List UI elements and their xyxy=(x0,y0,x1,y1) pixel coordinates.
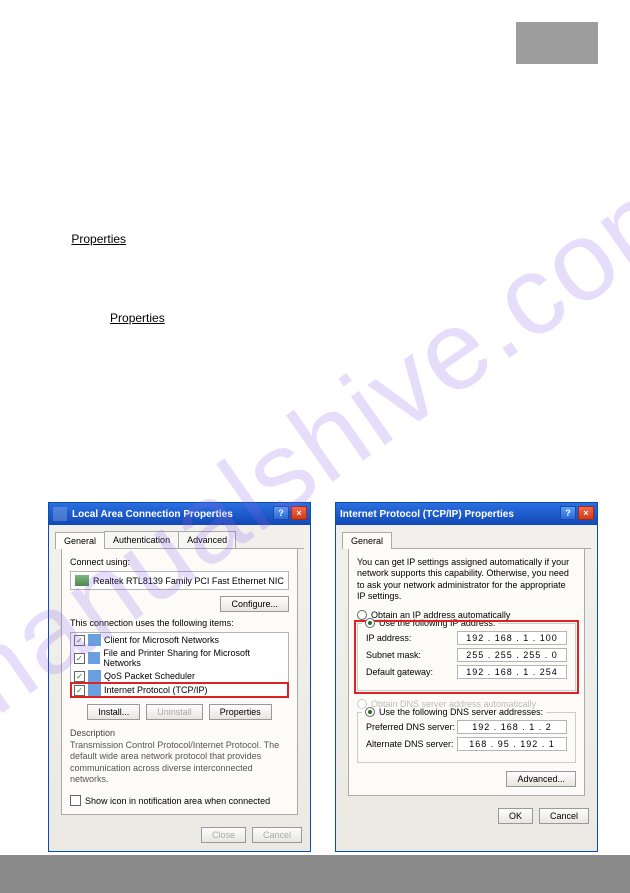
tab-strip: General xyxy=(342,531,591,549)
properties-link-2[interactable]: Properties xyxy=(110,311,165,325)
cancel-dialog-button[interactable]: Cancel xyxy=(252,827,302,843)
tab-authentication[interactable]: Authentication xyxy=(104,531,179,548)
advanced-button[interactable]: Advanced... xyxy=(506,771,576,787)
ip-address-field[interactable]: 192 . 168 . 1 . 100 xyxy=(457,631,567,645)
titlebar[interactable]: Local Area Connection Properties ? × xyxy=(49,503,310,525)
properties-link-1[interactable]: Properties xyxy=(71,232,126,246)
pref-dns-field[interactable]: 192 . 168 . 1 . 2 xyxy=(457,720,567,734)
lan-properties-dialog: Local Area Connection Properties ? × Gen… xyxy=(48,502,311,852)
intro-text: You can get IP settings assigned automat… xyxy=(357,557,576,602)
instr-text: button. xyxy=(129,232,166,246)
connect-using-label: Connect using: xyxy=(70,557,289,567)
component-icon xyxy=(88,670,101,682)
description-label: Description xyxy=(70,728,289,738)
tab-general[interactable]: General xyxy=(342,532,392,549)
alt-dns-field[interactable]: 168 . 95 . 192 . 1 xyxy=(457,737,567,751)
show-icon-checkbox[interactable]: ✓ xyxy=(70,795,81,806)
alt-dns-label: Alternate DNS server: xyxy=(366,739,454,749)
tab-general[interactable]: General xyxy=(55,532,105,549)
checkbox-icon[interactable]: ✓ xyxy=(74,635,85,646)
instr-text: Click xyxy=(42,232,71,246)
nic-name: Realtek RTL8139 Family PCI Fast Ethernet… xyxy=(93,576,284,586)
list-item-label: File and Printer Sharing for Microsoft N… xyxy=(103,648,285,668)
component-icon xyxy=(88,634,101,646)
help-button[interactable]: ? xyxy=(560,506,576,520)
pref-dns-label: Preferred DNS server: xyxy=(366,722,455,732)
gateway-label: Default gateway: xyxy=(366,667,433,677)
window-icon xyxy=(53,507,67,521)
list-item-tcpip[interactable]: ✓ Internet Protocol (TCP/IP) xyxy=(71,683,288,697)
gateway-field[interactable]: 192 . 168 . 1 . 254 xyxy=(457,665,567,679)
items-label: This connection uses the following items… xyxy=(70,618,289,628)
page-badge xyxy=(516,22,598,64)
tab-advanced[interactable]: Advanced xyxy=(178,531,236,548)
tcpip-properties-dialog: Internet Protocol (TCP/IP) Properties ? … xyxy=(335,502,598,852)
instr-text: Double click xyxy=(42,311,110,325)
list-item-label: Client for Microsoft Networks xyxy=(104,635,219,645)
dns-fieldset: Use the following DNS server addresses: … xyxy=(357,712,576,763)
radio-manual-ip[interactable] xyxy=(365,618,375,628)
subnet-label: Subnet mask: xyxy=(366,650,421,660)
list-item-label: QoS Packet Scheduler xyxy=(104,671,195,681)
instruction-block: Click Properties button. Double click Pr… xyxy=(42,140,582,328)
subnet-field[interactable]: 255 . 255 . 255 . 0 xyxy=(457,648,567,662)
ip-fieldset: Use the following IP address: IP address… xyxy=(357,623,576,691)
components-list[interactable]: ✓ Client for Microsoft Networks ✓ File a… xyxy=(70,632,289,698)
nic-field: Realtek RTL8139 Family PCI Fast Ethernet… xyxy=(70,571,289,590)
close-button[interactable]: × xyxy=(578,506,594,520)
list-item[interactable]: ✓ File and Printer Sharing for Microsoft… xyxy=(71,647,288,669)
uninstall-button[interactable]: Uninstall xyxy=(146,704,203,720)
component-icon xyxy=(88,652,101,664)
show-icon-label: Show icon in notification area when conn… xyxy=(85,796,270,806)
titlebar[interactable]: Internet Protocol (TCP/IP) Properties ? … xyxy=(336,503,597,525)
radio-manual-dns[interactable] xyxy=(365,707,375,717)
list-item-label: Internet Protocol (TCP/IP) xyxy=(104,685,208,695)
properties-button[interactable]: Properties xyxy=(209,704,272,720)
window-title: Local Area Connection Properties xyxy=(72,509,233,520)
install-button[interactable]: Install... xyxy=(87,704,140,720)
nic-icon xyxy=(75,575,89,586)
radio-manual-ip-label: Use the following IP address: xyxy=(379,618,495,628)
window-title: Internet Protocol (TCP/IP) Properties xyxy=(340,509,514,520)
page-footer xyxy=(0,855,630,893)
configure-button[interactable]: Configure... xyxy=(220,596,289,612)
description-text: Transmission Control Protocol/Internet P… xyxy=(70,740,289,785)
checkbox-icon[interactable]: ✓ xyxy=(74,653,85,664)
help-button[interactable]: ? xyxy=(273,506,289,520)
ok-button[interactable]: OK xyxy=(498,808,533,824)
list-item[interactable]: ✓ Client for Microsoft Networks xyxy=(71,633,288,647)
close-dialog-button[interactable]: Close xyxy=(201,827,246,843)
checkbox-icon[interactable]: ✓ xyxy=(74,671,85,682)
list-item[interactable]: ✓ QoS Packet Scheduler xyxy=(71,669,288,683)
instr-text: button. xyxy=(168,311,205,325)
tab-strip: General Authentication Advanced xyxy=(55,531,304,549)
ip-address-label: IP address: xyxy=(366,633,411,643)
cancel-button[interactable]: Cancel xyxy=(539,808,589,824)
close-button[interactable]: × xyxy=(291,506,307,520)
checkbox-icon[interactable]: ✓ xyxy=(74,685,85,696)
component-icon xyxy=(88,684,101,696)
radio-manual-dns-label: Use the following DNS server addresses: xyxy=(379,707,543,717)
